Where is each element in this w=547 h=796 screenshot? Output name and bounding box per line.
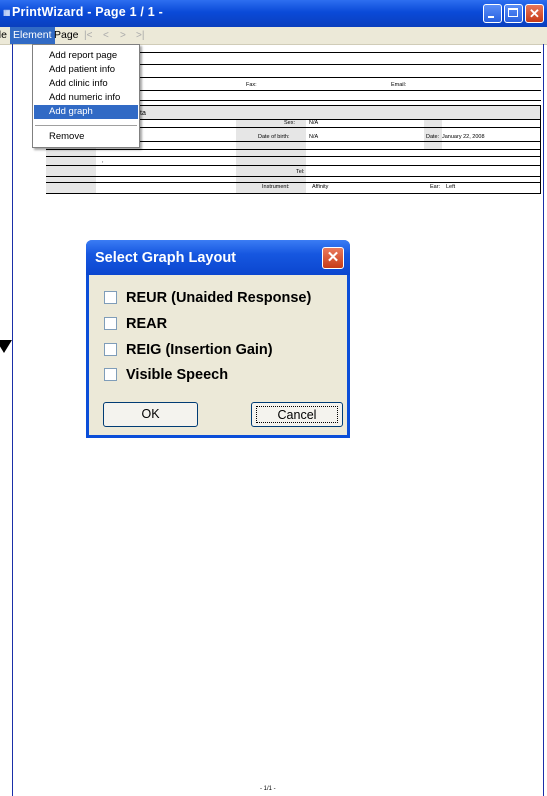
report-line xyxy=(46,176,541,177)
menu-page[interactable]: Page xyxy=(52,27,81,44)
checkbox-visible-speech[interactable] xyxy=(104,368,117,381)
down-arrow-icon xyxy=(0,340,12,353)
ok-button[interactable]: OK xyxy=(103,402,198,427)
nav-first-button[interactable]: |< xyxy=(84,27,92,44)
dob-label: Date of birth: xyxy=(258,134,290,140)
menu-item-add-graph[interactable]: Add graph xyxy=(34,105,138,119)
section-title: ta xyxy=(140,110,146,117)
dialog-title: Select Graph Layout xyxy=(95,250,237,266)
ear-value: Left xyxy=(446,184,456,190)
address-value: , xyxy=(102,158,104,164)
app-icon[interactable]: ▦ xyxy=(3,8,12,18)
page-border-left xyxy=(12,44,13,796)
instrument-label: Instrument: xyxy=(262,184,290,190)
nav-next-button[interactable]: > xyxy=(120,27,126,44)
menu-element[interactable]: Element xyxy=(10,27,55,44)
checkbox-reur[interactable] xyxy=(104,291,117,304)
page-border-right xyxy=(543,44,544,796)
maximize-button[interactable] xyxy=(504,4,523,23)
dialog-close-button[interactable]: ✕ xyxy=(322,247,344,269)
menu-item-add-numeric-info[interactable]: Add numeric info xyxy=(49,91,120,105)
report-line xyxy=(46,193,541,194)
minimize-button[interactable] xyxy=(483,4,502,23)
menu-item-add-patient-info[interactable]: Add patient info xyxy=(49,63,115,77)
instrument-value: Affinity xyxy=(312,184,329,190)
close-icon: ✕ xyxy=(326,249,340,266)
menu-bar: File Element Page |< < > >| xyxy=(0,27,547,45)
email-label: Email: xyxy=(391,82,407,88)
maximize-icon xyxy=(508,8,518,17)
close-button[interactable]: ✕ xyxy=(525,4,544,23)
close-icon: ✕ xyxy=(529,6,540,21)
date-label: Date: xyxy=(426,134,440,140)
report-line xyxy=(46,182,541,183)
report-line xyxy=(46,149,541,150)
sex-label: Sex: xyxy=(284,120,296,126)
page-indicator: - 1/1 - xyxy=(260,786,276,792)
checkbox-reig[interactable] xyxy=(104,343,117,356)
menu-separator xyxy=(35,125,137,126)
select-graph-layout-dialog: Select Graph Layout ✕ REUR (Unaided Resp… xyxy=(86,240,350,438)
cancel-button-label: Cancel xyxy=(256,406,338,423)
fax-label: Fax: xyxy=(246,82,257,88)
report-line xyxy=(46,165,541,166)
report-line xyxy=(46,156,541,157)
window-title: PrintWizard - Page 1 / 1 - xyxy=(12,5,163,19)
menu-file[interactable]: File xyxy=(0,27,9,44)
minimize-icon xyxy=(488,16,494,18)
nav-last-button[interactable]: >| xyxy=(136,27,144,44)
option-label: Visible Speech xyxy=(126,367,229,383)
option-label: REUR (Unaided Response) xyxy=(126,290,312,306)
tel-label: Tel: xyxy=(296,169,305,175)
report-line xyxy=(91,100,541,101)
sex-value: N/A xyxy=(309,120,319,126)
menu-item-remove[interactable]: Remove xyxy=(49,130,84,144)
dob-value: N/A xyxy=(309,134,319,140)
menu-item-add-clinic-info[interactable]: Add clinic info xyxy=(49,77,108,91)
nav-prev-button[interactable]: < xyxy=(103,27,109,44)
date-value: January 22, 2008 xyxy=(442,134,485,140)
option-label: REAR xyxy=(126,316,168,332)
option-label: REIG (Insertion Gain) xyxy=(126,342,273,358)
ear-label: Ear: xyxy=(430,184,441,190)
cancel-button[interactable]: Cancel xyxy=(251,402,343,427)
checkbox-rear[interactable] xyxy=(104,317,117,330)
menu-item-add-report-page[interactable]: Add report page xyxy=(49,49,117,63)
title-bar: ▦ PrintWizard - Page 1 / 1 - ✕ xyxy=(0,0,547,27)
element-dropdown-menu: Add report page Add patient info Add cli… xyxy=(32,44,140,148)
dialog-title-bar: Select Graph Layout ✕ xyxy=(86,240,350,275)
